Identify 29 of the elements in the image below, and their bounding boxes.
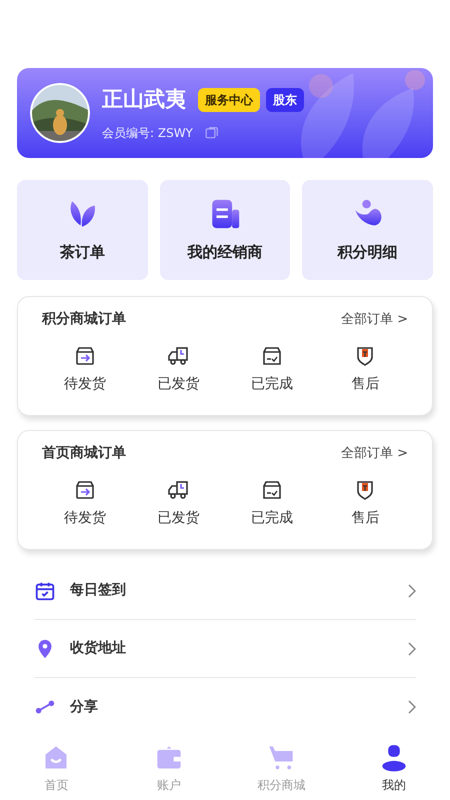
order-status-button[interactable]: 已完成 — [225, 344, 318, 395]
menu-item[interactable]: 收货地址 — [34, 620, 416, 678]
order-status-button[interactable]: 待发货 — [38, 478, 132, 529]
order-status-button[interactable]: 售后 — [318, 478, 412, 529]
all-orders-link[interactable]: 全部订单 > — [340, 310, 408, 330]
order-status-button[interactable]: 已发货 — [132, 344, 225, 395]
order-status-button[interactable]: 待发货 — [38, 344, 132, 395]
order-status-button[interactable]: 售后 — [318, 344, 412, 395]
role-badge: 股东 — [266, 88, 304, 112]
all-orders-link[interactable]: 全部订单 > — [340, 444, 408, 464]
person-icon — [380, 744, 408, 772]
section-title: 首页商城订单 — [42, 444, 126, 463]
cart-icon — [267, 744, 296, 772]
shortcut-tile[interactable]: 我的经销商 — [160, 180, 290, 280]
user-name: 正山武夷 — [102, 86, 186, 114]
order-status-button[interactable]: 已发货 — [132, 478, 225, 529]
copy-icon — [204, 126, 219, 140]
order-status-button[interactable]: 已完成 — [225, 478, 318, 529]
shortcut-tile[interactable]: 积分明细 — [302, 180, 433, 280]
chevron-right-icon — [408, 700, 416, 714]
tab-item[interactable]: 我的 — [338, 738, 450, 800]
role-badge: 服务中心 — [198, 88, 260, 112]
shortcut-tile[interactable]: 茶订单 — [17, 180, 148, 280]
chevron-right-icon — [408, 584, 416, 598]
section-title: 积分商城订单 — [42, 310, 126, 329]
menu-item[interactable]: 每日签到 — [34, 562, 416, 620]
menu-item[interactable]: 分享 — [34, 678, 416, 736]
chevron-right-icon — [408, 642, 416, 656]
member-number: 会员编号: ZSWY — [102, 124, 193, 142]
